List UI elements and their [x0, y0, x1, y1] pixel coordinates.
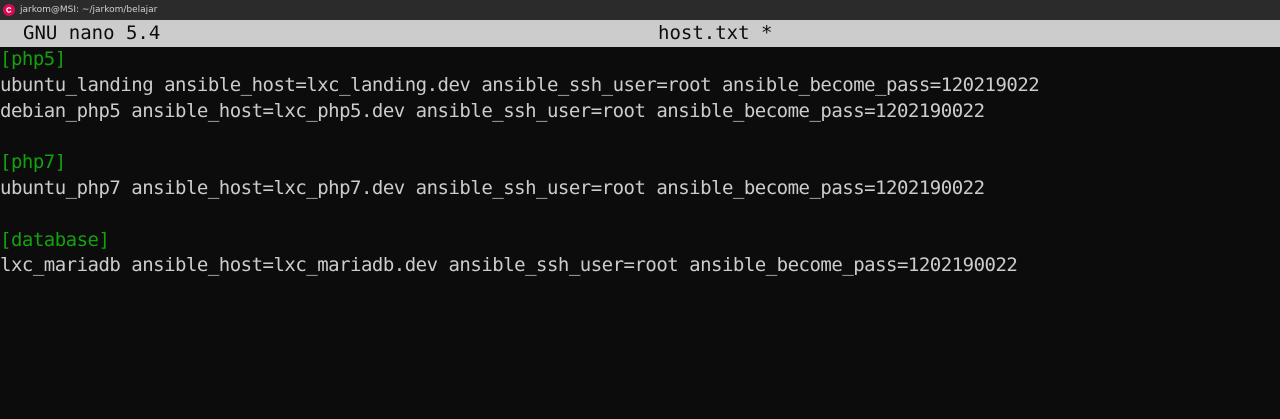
blank-line[interactable]	[0, 124, 1280, 150]
section-header-php7[interactable]: [php7]	[0, 150, 1280, 176]
host-entry-debian-php5[interactable]: debian_php5 ansible_host=lxc_php5.dev an…	[0, 99, 1280, 125]
terminal-window[interactable]: jarkom@MSI: ~/jarkom/belajar GNU nano 5.…	[0, 0, 1280, 419]
section-header-php5[interactable]: [php5]	[0, 47, 1280, 73]
debian-swirl-icon	[3, 4, 15, 16]
host-entry-ubuntu-landing[interactable]: ubuntu_landing ansible_host=lxc_landing.…	[0, 73, 1280, 99]
editor-text-area[interactable]: [php5] ubuntu_landing ansible_host=lxc_l…	[0, 47, 1280, 279]
title-bar[interactable]: jarkom@MSI: ~/jarkom/belajar	[0, 0, 1280, 20]
file-name-label: host.txt *	[658, 22, 773, 44]
host-entry-ubuntu-php7[interactable]: ubuntu_php7 ansible_host=lxc_php7.dev an…	[0, 176, 1280, 202]
window-title: jarkom@MSI: ~/jarkom/belajar	[20, 5, 158, 15]
blank-line[interactable]	[0, 202, 1280, 228]
section-header-database[interactable]: [database]	[0, 228, 1280, 254]
nano-version-label: GNU nano 5.4	[23, 22, 161, 44]
nano-header-bar: GNU nano 5.4 host.txt *	[0, 20, 1280, 47]
host-entry-lxc-mariadb[interactable]: lxc_mariadb ansible_host=lxc_mariadb.dev…	[0, 253, 1280, 279]
